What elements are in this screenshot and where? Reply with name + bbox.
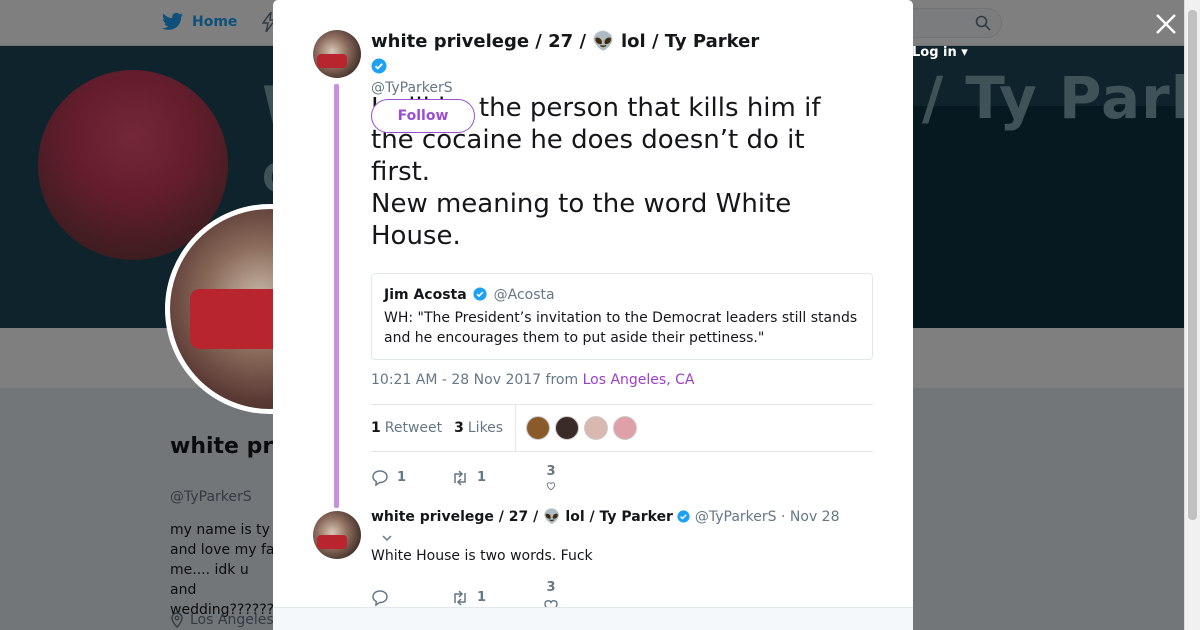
reply-author-avatar[interactable]: [313, 511, 361, 559]
tweet-permalink-modal: white privelege / 27 / 👽 lol / Ty Parker…: [273, 0, 913, 630]
verified-icon: [371, 58, 387, 74]
tweet-author-name[interactable]: white privelege / 27 / 👽 lol / Ty Parker: [371, 30, 791, 54]
reply-icon: [372, 589, 388, 607]
reply-icon: [372, 469, 388, 487]
like-count: 3: [546, 580, 556, 595]
likes-stat[interactable]: 3 Likes: [454, 420, 503, 436]
liker-avatar[interactable]: [555, 416, 580, 440]
reply-date[interactable]: · Nov 28: [781, 509, 840, 525]
reply-button[interactable]: [371, 589, 451, 607]
reply-header: white privelege / 27 / 👽 lol / Ty Parker…: [371, 508, 840, 526]
verified-badge: [371, 57, 387, 76]
reply-button[interactable]: 1: [371, 469, 451, 487]
page-scrollbar[interactable]: [1184, 0, 1200, 630]
stats-divider: [515, 404, 517, 452]
tweet-stats: 1 Retweet 3 Likes: [371, 404, 873, 452]
reply-author-handle[interactable]: @TyParkerS: [695, 509, 777, 525]
reply-author-name[interactable]: white privelege / 27 / 👽 lol / Ty Parker: [371, 509, 673, 525]
heart-icon: [546, 482, 556, 491]
retweet-count: 1: [477, 470, 487, 485]
retweet-stat[interactable]: 1 Retweet: [371, 420, 442, 436]
likers-avatars: [526, 416, 638, 440]
liker-avatar[interactable]: [613, 416, 638, 440]
retweet-icon: [454, 469, 466, 486]
thread-connector-line: [334, 84, 339, 508]
close-icon[interactable]: [1154, 12, 1178, 36]
quoted-tweet[interactable]: Jim Acosta @Acosta WH: "The President’s …: [371, 273, 873, 360]
modal-footer: [273, 607, 913, 630]
tweet-time[interactable]: 10:21 AM - 28 Nov 2017: [371, 372, 541, 388]
like-button[interactable]: 3: [531, 464, 571, 491]
retweet-button[interactable]: 1: [451, 469, 531, 487]
quoted-author-handle: @Acosta: [493, 287, 555, 303]
liker-avatar[interactable]: [526, 416, 551, 440]
verified-icon: [677, 510, 691, 523]
like-count: 3: [546, 464, 556, 479]
retweet-icon: [454, 589, 466, 606]
tweet-author-avatar[interactable]: [313, 30, 361, 78]
reply-text: White House is two words. Fuck: [371, 548, 593, 564]
verified-icon: [473, 287, 487, 301]
quoted-tweet-text: WH: "The President’s invitation to the D…: [384, 310, 858, 346]
from-label: from: [545, 372, 579, 388]
follow-button[interactable]: Follow: [371, 99, 475, 133]
chevron-down-icon[interactable]: [381, 532, 393, 544]
tweet-timestamp: 10:21 AM - 28 Nov 2017 from Los Angeles,…: [371, 372, 694, 388]
liker-avatar[interactable]: [584, 416, 609, 440]
retweet-count: 1: [477, 590, 487, 605]
scrollbar-thumb[interactable]: [1188, 10, 1197, 520]
login-link[interactable]: Log in ▾: [912, 45, 968, 60]
retweet-button[interactable]: 1: [451, 589, 531, 607]
tweet-location-link[interactable]: Los Angeles, CA: [583, 372, 695, 388]
quoted-author-name: Jim Acosta: [384, 287, 467, 303]
tweet-actions: 1 1 3: [371, 464, 571, 491]
reply-count: 1: [397, 470, 407, 485]
